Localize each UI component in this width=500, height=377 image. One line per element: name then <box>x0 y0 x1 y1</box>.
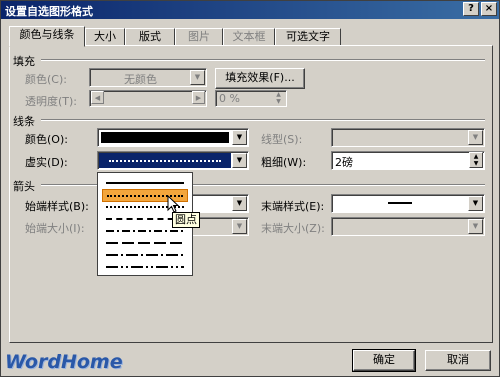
ok-button[interactable]: 确定 <box>352 349 416 372</box>
fill-color-dropdown[interactable]: 无颜色 ▼ <box>89 68 207 87</box>
tab-text-box[interactable]: 文本框 <box>223 28 275 46</box>
line-style-dropdown[interactable]: ▼ <box>331 128 485 147</box>
begin-size-label: 始端大小(I): <box>25 222 85 235</box>
chevron-down-icon: ▼ <box>232 130 247 145</box>
line-divider <box>41 119 485 121</box>
end-style-label: 末端样式(E): <box>261 200 325 213</box>
title-bar: 设置自选图形格式 ? × <box>1 1 499 19</box>
line-color-swatch <box>101 132 229 143</box>
long-dash-line-preview <box>106 242 184 244</box>
fill-color-value: 无颜色 <box>124 73 157 86</box>
dash-selected-value <box>99 153 231 168</box>
dash-option-long-dash-dot-dot[interactable] <box>102 261 188 274</box>
tab-picture[interactable]: 图片 <box>175 28 223 46</box>
tab-colors-and-lines[interactable]: 颜色与线条 <box>9 26 85 47</box>
mouse-cursor-icon <box>167 195 179 213</box>
wordhome-logo: WordHome <box>5 351 123 373</box>
fill-color-label: 颜色(C): <box>25 73 67 86</box>
arrows-section-title: 箭头 <box>13 180 35 193</box>
fill-section-title: 填充 <box>13 55 35 68</box>
end-size-dropdown[interactable]: ▼ <box>331 217 485 236</box>
end-style-line-preview <box>388 202 412 204</box>
long-dash-dot-dot-line-preview <box>106 266 184 268</box>
tab-layout[interactable]: 版式 <box>125 28 175 46</box>
line-weight-spinner[interactable]: 2磅 ▲ ▼ <box>331 151 485 170</box>
transparency-slider[interactable]: ◀ ▶ <box>89 90 207 107</box>
end-size-label: 末端大小(Z): <box>261 222 325 235</box>
dash-dot-line-preview <box>106 230 184 232</box>
chevron-down-icon: ▼ <box>468 219 483 234</box>
line-weight-value: 2磅 <box>335 156 353 169</box>
tab-size[interactable]: 大小 <box>85 28 125 46</box>
chevron-down-icon: ▼ <box>468 196 483 211</box>
transparency-value: 0 % <box>219 92 240 105</box>
line-section-title: 线条 <box>13 115 35 128</box>
line-color-label: 颜色(O): <box>25 133 68 146</box>
chevron-down-icon: ▼ <box>232 219 247 234</box>
line-style-label: 线型(S): <box>261 133 303 146</box>
chevron-down-icon: ▼ <box>232 196 247 211</box>
format-autoshape-dialog: 设置自选图形格式 ? × 颜色与线条 大小 版式 图片 文本框 可选文字 填充 … <box>0 0 500 377</box>
dialog-title: 设置自选图形格式 <box>5 5 93 18</box>
line-weight-label: 粗细(W): <box>261 156 307 169</box>
chevron-down-icon: ▼ <box>190 70 205 85</box>
begin-style-label: 始端样式(B): <box>25 200 89 213</box>
line-color-dropdown[interactable]: ▼ <box>97 128 249 147</box>
dash-label: 虚实(D): <box>25 156 68 169</box>
tab-alt-text[interactable]: 可选文字 <box>275 28 341 46</box>
chevron-right-icon[interactable]: ▶ <box>192 91 205 104</box>
cancel-button[interactable]: 取消 <box>425 350 491 371</box>
fill-divider <box>41 59 485 61</box>
chevron-down-icon: ▼ <box>468 130 483 145</box>
dash-tooltip: 圆点 <box>172 212 200 228</box>
chevron-down-icon: ▼ <box>232 153 247 168</box>
transparency-label: 透明度(T): <box>25 95 78 108</box>
end-style-dropdown[interactable]: ▼ <box>331 194 485 213</box>
close-button[interactable]: × <box>481 2 497 16</box>
long-dash-dot-line-preview <box>106 254 184 256</box>
transparency-spinner[interactable]: 0 % ▲ ▼ <box>215 90 287 107</box>
spin-arrows-icon[interactable]: ▲ ▼ <box>469 152 483 168</box>
chevron-left-icon[interactable]: ◀ <box>91 91 104 104</box>
help-button[interactable]: ? <box>463 2 479 16</box>
spin-arrows-icon[interactable]: ▲ ▼ <box>272 91 285 105</box>
round-dot-line-preview <box>109 160 221 162</box>
dash-dropdown[interactable]: ▼ <box>97 151 249 170</box>
fill-effects-button[interactable]: 填充效果(F)... <box>215 68 305 89</box>
